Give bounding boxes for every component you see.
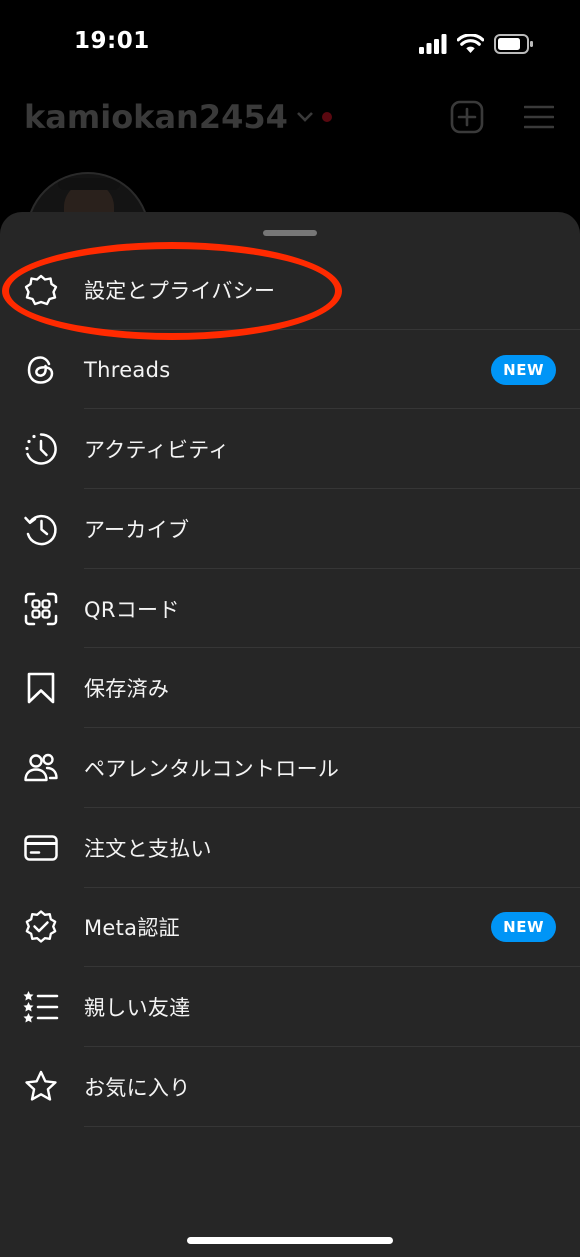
screen: 19:01 kamiokan2454 設定とプライバシー Threads NEW… [0, 0, 580, 1257]
cellular-signal-icon [419, 34, 447, 54]
menu-item-label: 保存済み [84, 677, 170, 702]
menu-item-threads[interactable]: Threads NEW [0, 330, 580, 410]
activity-icon [22, 430, 60, 468]
menu-item-close-friends[interactable]: 親しい友達 [0, 967, 580, 1047]
profile-username: kamiokan2454 [24, 98, 288, 136]
menu-item-saved[interactable]: 保存済み [0, 648, 580, 729]
menu-item-parental-control[interactable]: ペアレンタルコントロール [0, 728, 580, 808]
wifi-icon [457, 34, 484, 54]
card-icon [22, 829, 60, 867]
menu-item-label: Threads [84, 357, 171, 382]
bookmark-icon [22, 669, 60, 707]
verified-icon [22, 908, 60, 946]
menu-item-label: QRコード [84, 597, 180, 622]
threads-icon [22, 351, 60, 389]
header-actions [450, 100, 554, 134]
menu-sheet: 設定とプライバシー Threads NEW アクティビティ アーカイブ QRコー… [0, 212, 580, 1257]
profile-header: kamiokan2454 [0, 88, 580, 296]
close-friends-icon [22, 988, 60, 1026]
chevron-down-icon [296, 111, 314, 123]
parental-control-icon [22, 749, 60, 787]
status-bar: 19:01 [0, 0, 580, 88]
menu-item-label: 注文と支払い [84, 836, 212, 861]
menu-item-meta-verified[interactable]: Meta認証 NEW [0, 888, 580, 968]
username-switcher[interactable]: kamiokan2454 [24, 98, 332, 136]
sheet-grabber[interactable] [263, 230, 317, 236]
settings-icon [22, 271, 60, 309]
menu-list: 設定とプライバシー Threads NEW アクティビティ アーカイブ QRコー… [0, 250, 580, 1127]
home-indicator[interactable] [187, 1237, 393, 1244]
new-badge: NEW [491, 912, 556, 943]
avatar-headband [58, 178, 120, 190]
menu-item-label: お気に入り [84, 1075, 191, 1100]
star-icon [22, 1068, 60, 1106]
divider [84, 1125, 580, 1127]
menu-item-settings[interactable]: 設定とプライバシー [0, 250, 580, 330]
menu-item-qr-code[interactable]: QRコード [0, 569, 580, 649]
notification-dot [321, 112, 332, 122]
create-icon[interactable] [450, 100, 484, 134]
hamburger-menu-icon[interactable] [524, 104, 554, 130]
menu-item-label: ペアレンタルコントロール [84, 756, 340, 781]
status-icons [419, 32, 534, 56]
menu-item-archive[interactable]: アーカイブ [0, 489, 580, 569]
new-badge: NEW [491, 354, 556, 385]
menu-item-label: 設定とプライバシー [84, 278, 276, 303]
menu-item-label: 親しい友達 [84, 996, 191, 1021]
qr-code-icon [22, 590, 60, 628]
battery-icon [494, 34, 534, 54]
status-time: 19:01 [74, 28, 150, 54]
menu-item-label: アーカイブ [84, 517, 190, 542]
menu-item-orders-payments[interactable]: 注文と支払い [0, 808, 580, 888]
menu-item-label: Meta認証 [84, 916, 180, 941]
menu-item-activity[interactable]: アクティビティ [0, 409, 580, 490]
menu-item-label: アクティビティ [84, 438, 230, 463]
archive-icon [22, 510, 60, 548]
menu-item-favorites[interactable]: お気に入り [0, 1047, 580, 1127]
